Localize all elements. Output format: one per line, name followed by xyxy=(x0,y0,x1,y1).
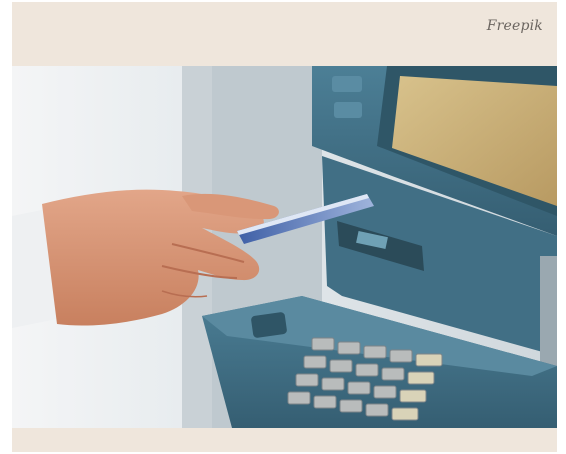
image-card: Freepik xyxy=(12,2,557,452)
atm-card-insert-icon xyxy=(12,66,557,428)
atm-photo xyxy=(12,66,557,428)
photo-credit: Freepik xyxy=(486,18,543,34)
